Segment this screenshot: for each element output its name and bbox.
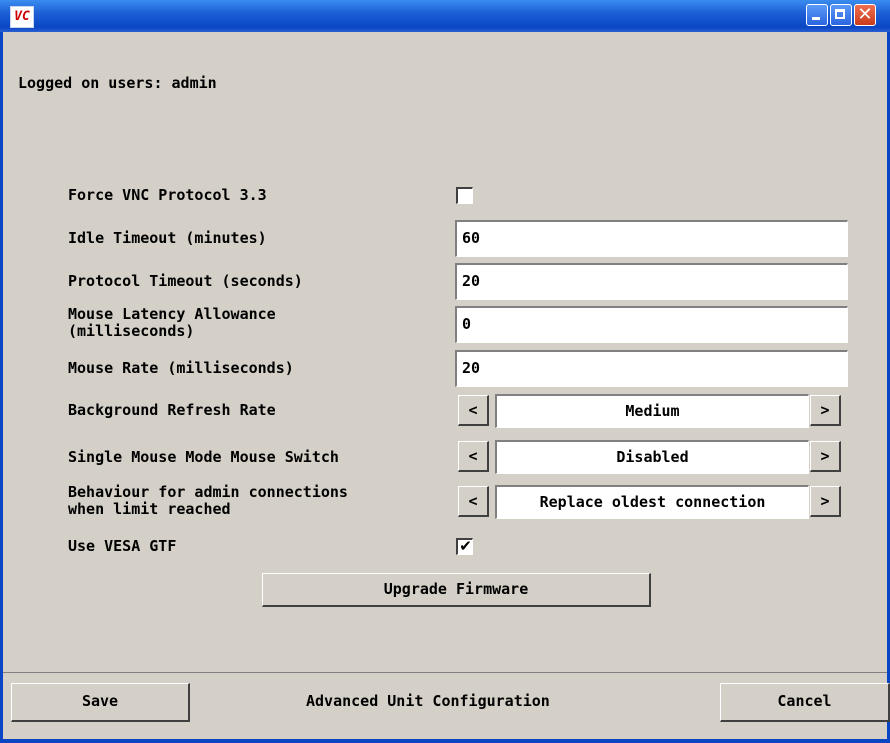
checkmark-icon: ✔: [459, 537, 472, 555]
window-frame-left: [0, 32, 3, 743]
window-frame-bottom: [0, 739, 890, 743]
behaviour-value: Replace oldest connection: [495, 485, 809, 519]
idle-timeout-label: Idle Timeout (minutes): [68, 229, 267, 247]
dialog-title: Advanced Unit Configuration: [306, 692, 550, 710]
behaviour-prev-button[interactable]: <: [458, 486, 489, 517]
title-bar: VC ✕: [0, 0, 890, 32]
behaviour-label-line2: when limit reached: [68, 500, 231, 518]
mouse-latency-label-line1: Mouse Latency Allowance: [68, 305, 276, 323]
vesa-gtf-checkbox[interactable]: ✔: [456, 537, 473, 555]
cancel-button[interactable]: Cancel: [720, 683, 890, 722]
mouse-latency-label-line2: (milliseconds): [68, 322, 195, 340]
close-button[interactable]: ✕: [854, 4, 876, 26]
logged-on-users: Logged on users: admin: [18, 74, 217, 92]
footer-divider: [3, 672, 887, 673]
force-vnc-checkbox[interactable]: [456, 187, 473, 204]
single-mouse-value: Disabled: [495, 440, 809, 474]
save-button[interactable]: Save: [11, 683, 190, 722]
app-icon[interactable]: VC: [10, 6, 34, 28]
minimize-icon: [807, 5, 827, 25]
force-vnc-label: Force VNC Protocol 3.3: [68, 186, 267, 204]
mouse-latency-label: Mouse Latency Allowance (milliseconds): [68, 306, 276, 340]
single-mouse-prev-button[interactable]: <: [458, 441, 489, 472]
upgrade-firmware-button[interactable]: Upgrade Firmware: [262, 573, 651, 607]
background-refresh-label: Background Refresh Rate: [68, 401, 276, 419]
protocol-timeout-label: Protocol Timeout (seconds): [68, 272, 303, 290]
mouse-rate-field[interactable]: 20: [455, 350, 848, 387]
vesa-gtf-label: Use VESA GTF: [68, 537, 177, 555]
maximize-button[interactable]: [830, 4, 852, 26]
mouse-rate-label: Mouse Rate (milliseconds): [68, 359, 294, 377]
single-mouse-next-button[interactable]: >: [810, 441, 841, 472]
background-refresh-value: Medium: [495, 394, 809, 428]
background-refresh-next-button[interactable]: >: [810, 395, 841, 426]
background-refresh-prev-button[interactable]: <: [458, 395, 489, 426]
minimize-button[interactable]: [806, 4, 828, 26]
behaviour-label: Behaviour for admin connections when lim…: [68, 484, 348, 518]
single-mouse-label: Single Mouse Mode Mouse Switch: [68, 448, 339, 466]
mouse-latency-field[interactable]: 0: [455, 306, 848, 343]
idle-timeout-field[interactable]: 60: [455, 220, 848, 257]
behaviour-label-line1: Behaviour for admin connections: [68, 483, 348, 501]
close-icon: ✕: [857, 4, 873, 25]
protocol-timeout-field[interactable]: 20: [455, 263, 848, 300]
behaviour-next-button[interactable]: >: [810, 486, 841, 517]
maximize-icon: [831, 5, 851, 25]
